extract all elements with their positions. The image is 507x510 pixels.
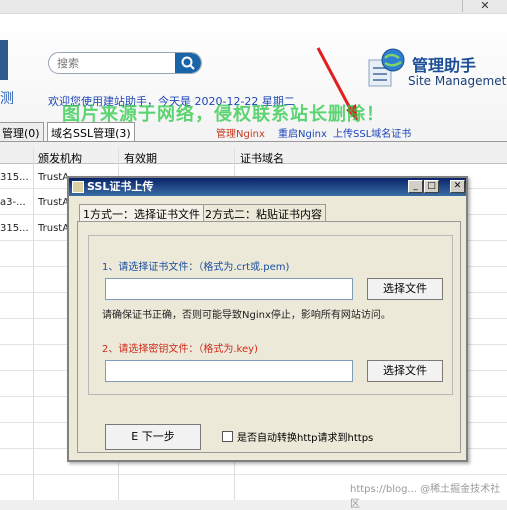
dialog-title-bar[interactable]: SSL证书上传 xyxy=(69,178,466,196)
https-redirect-checkbox[interactable] xyxy=(222,431,233,442)
maximize-button[interactable]: □ xyxy=(424,180,439,193)
choose-cert-button[interactable]: 选择文件 xyxy=(367,278,443,300)
dialog-title: SSL证书上传 xyxy=(87,180,154,193)
search-icon xyxy=(181,56,195,70)
window-close-icon[interactable]: ✕ xyxy=(462,0,507,12)
cert-file-field[interactable] xyxy=(105,278,353,300)
key-file-field[interactable] xyxy=(105,360,353,382)
column-header[interactable]: 有效期 xyxy=(124,150,157,166)
brand-subtitle: Site Managemet xyxy=(408,74,507,88)
restart-nginx-link[interactable]: 重启Nginx xyxy=(278,125,327,140)
search-button[interactable] xyxy=(175,53,201,73)
choose-key-button[interactable]: 选择文件 xyxy=(367,360,443,382)
dialog-app-icon xyxy=(72,181,84,193)
key-file-label: 2、请选择密钥文件：（格式为.key) xyxy=(102,344,258,355)
row-line xyxy=(0,474,507,475)
left-partial-text: 测 xyxy=(0,91,14,107)
https-redirect-label: 是否自动转换http请求到https xyxy=(237,433,374,444)
brand-title: 管理助手 xyxy=(412,56,477,75)
close-button[interactable]: ✕ xyxy=(450,180,465,193)
warning-note: 请确保证书正确，否则可能导致Nginx停止，影响所有网站访问。 xyxy=(102,310,391,321)
tab-method-one[interactable]: 1方式一：选择证书文件 xyxy=(79,204,204,221)
tab-manage[interactable]: 管理(0) xyxy=(0,122,44,141)
tab-method-two[interactable]: 2方式二：粘贴证书内容 xyxy=(201,204,326,221)
search-input[interactable] xyxy=(57,56,172,71)
globe-logo-icon xyxy=(368,48,405,87)
app-top-strip xyxy=(0,0,507,14)
minimize-button[interactable]: _ xyxy=(408,180,423,193)
cert-file-label: 1、请选择证书文件：（格式为.crt或.pem) xyxy=(102,262,290,273)
table-row[interactable]: 315... xyxy=(0,172,29,183)
upload-ssl-link[interactable]: 上传SSL域名证书 xyxy=(333,125,411,140)
footer-watermark: https://blog... @稀土掘金技术社区 xyxy=(350,484,501,510)
search-box xyxy=(48,52,202,74)
table-row[interactable]: a3-... xyxy=(0,197,26,208)
left-logo-fragment xyxy=(0,40,8,80)
column-header[interactable]: 证书域名 xyxy=(240,150,284,166)
manage-nginx-link[interactable]: 管理Nginx xyxy=(216,125,265,140)
table-cell: TrustA xyxy=(38,223,70,234)
table-cell: TrustA xyxy=(38,197,70,208)
table-row[interactable]: 315... xyxy=(0,223,29,234)
next-step-button[interactable]: E 下一步 xyxy=(105,424,201,450)
image-watermark: 图片来源于网络，侵权联系站长删除！ xyxy=(62,104,385,125)
ssl-upload-dialog: SSL证书上传 _ □ ✕ 1方式一：选择证书文件 2方式二：粘贴证书内容 1、… xyxy=(67,176,468,462)
column-header[interactable]: 颁发机构 xyxy=(38,150,82,166)
table-cell: TrustA xyxy=(38,172,70,183)
